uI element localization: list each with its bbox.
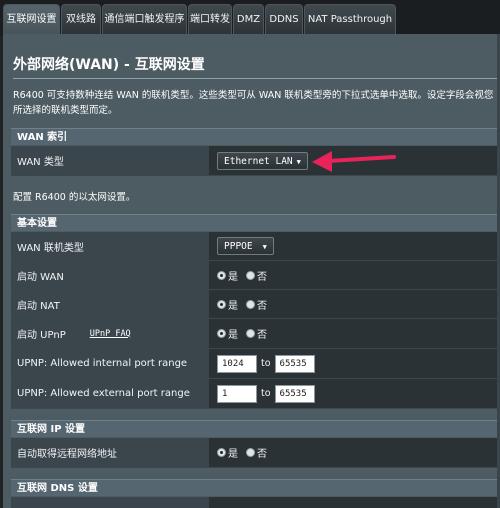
enable-upnp-yes-radio[interactable]: 是 (217, 326, 238, 341)
conn-type-row: WAN 联机类型 PPPOE ▼ (11, 232, 500, 261)
page-title: 外部网络(WAN) - 互联网设置 (13, 57, 205, 73)
conn-type-select[interactable]: PPPOE ▼ (217, 237, 274, 255)
auto-ip-label: 自动取得远程网络地址 (11, 438, 209, 467)
upnp-external-range-cell: 1 to 65535 (209, 379, 500, 408)
enable-upnp-label: 启动 UPnP (17, 330, 66, 341)
title-divider (13, 78, 500, 79)
upnp-faq-link[interactable]: UPnP FAQ (90, 329, 131, 339)
radio-unselected-icon (246, 329, 255, 338)
tab-internet-settings[interactable]: 互联网设置 (3, 4, 60, 34)
tab-dmz[interactable]: DMZ (233, 4, 264, 34)
enable-nat-yes-radio[interactable]: 是 (217, 297, 238, 312)
range-to-label: to (261, 388, 271, 399)
upnp-external-range-label: UPNP: Allowed external port range (11, 379, 209, 408)
radio-selected-icon (217, 448, 226, 457)
wan-type-row: WAN 类型 Ethernet LAN ▼ (11, 146, 500, 176)
radio-unselected-icon (246, 448, 255, 457)
auto-ip-row: 自动取得远程网络地址 是 否 (11, 438, 500, 468)
conn-type-cell: PPPOE ▼ (209, 232, 500, 260)
section-header-internet-ip: 互联网 IP 设置 (11, 420, 500, 437)
enable-upnp-cell: 是 否 (209, 319, 500, 348)
radio-no-label: 否 (257, 271, 267, 283)
upnp-external-range-row: UPNP: Allowed external port range 1 to 6… (11, 379, 500, 409)
enable-upnp-no-radio[interactable]: 否 (246, 326, 267, 341)
conn-type-label: WAN 联机类型 (11, 232, 209, 260)
wan-type-value: Ethernet LAN (224, 155, 293, 167)
section-header-wan-index: WAN 索引 (11, 128, 500, 145)
tab-bar: 互联网设置 双线路 通信端口触发程序 端口转发 DMZ DDNS NAT Pas… (0, 0, 500, 36)
upnp-internal-range-cell: 1024 to 65535 (209, 349, 500, 378)
upnp-internal-range-row: UPNP: Allowed internal port range 1024 t… (11, 349, 500, 379)
enable-nat-label: 启动 NAT (11, 290, 209, 318)
auto-ip-cell: 是 否 (209, 438, 500, 467)
dns-row (11, 497, 500, 508)
radio-selected-icon (217, 270, 226, 280)
enable-nat-row: 启动 NAT 是 否 (11, 290, 500, 319)
external-port-to-input[interactable]: 65535 (274, 384, 315, 403)
arrow-shaft (326, 155, 396, 163)
radio-no-label: 否 (257, 330, 267, 341)
auto-ip-yes-radio[interactable]: 是 (217, 445, 238, 460)
dropdown-caret-icon: ▼ (262, 243, 267, 251)
enable-wan-cell: 是 否 (209, 261, 500, 289)
enable-nat-no-radio[interactable]: 否 (246, 297, 267, 312)
enable-nat-cell: 是 否 (209, 290, 500, 318)
radio-selected-icon (217, 299, 226, 309)
radio-no-label: 否 (257, 300, 267, 312)
radio-unselected-icon (246, 299, 255, 309)
auto-ip-no-radio[interactable]: 否 (246, 445, 267, 460)
radio-yes-label: 是 (228, 330, 238, 341)
dns-label (11, 497, 209, 508)
wan-type-label: WAN 类型 (11, 146, 209, 175)
conn-type-value: PPPOE (224, 241, 253, 252)
internal-port-to-input[interactable]: 65535 (274, 354, 315, 373)
tab-dual-wan[interactable]: 双线路 (61, 4, 101, 34)
radio-selected-icon (217, 329, 226, 338)
ethernet-note: 配置 R6400 的以太网设置。 (13, 192, 136, 203)
external-port-from-input[interactable]: 1 (217, 384, 257, 403)
tab-port-trigger[interactable]: 通信端口触发程序 (102, 4, 187, 34)
section-header-internet-dns: 互联网 DNS 设置 (11, 479, 500, 496)
internal-port-from-input[interactable]: 1024 (217, 354, 257, 373)
wan-type-select[interactable]: Ethernet LAN ▼ (217, 151, 308, 170)
upnp-internal-range-label: UPNP: Allowed internal port range (11, 349, 209, 378)
radio-yes-label: 是 (228, 300, 238, 312)
radio-yes-label: 是 (228, 449, 238, 460)
enable-upnp-row: 启动 UPnP UPnP FAQ 是 否 (11, 319, 500, 349)
page-description: R6400 可支持数种连结 WAN 的联机类型。这些类型可从 WAN 联机类型旁… (13, 90, 494, 116)
enable-wan-no-radio[interactable]: 否 (246, 268, 267, 283)
dropdown-caret-icon: ▼ (296, 157, 301, 166)
dns-cell (209, 497, 500, 508)
radio-unselected-icon (246, 270, 255, 280)
enable-upnp-label-cell: 启动 UPnP UPnP FAQ (11, 319, 209, 348)
tab-port-forwarding[interactable]: 端口转发 (188, 4, 232, 34)
radio-no-label: 否 (257, 449, 267, 460)
settings-panel: 外部网络(WAN) - 互联网设置 R6400 可支持数种连结 WAN 的联机类… (3, 34, 500, 508)
enable-wan-label: 启动 WAN (11, 261, 209, 289)
radio-yes-label: 是 (228, 271, 238, 283)
tab-ddns[interactable]: DDNS (265, 4, 303, 34)
arrow-head (312, 151, 332, 172)
annotation-arrow-icon (312, 151, 396, 172)
tab-nat-passthrough[interactable]: NAT Passthrough (304, 4, 396, 34)
range-to-label: to (261, 358, 271, 369)
section-header-basic: 基本设置 (11, 214, 500, 231)
enable-wan-row: 启动 WAN 是 否 (11, 261, 500, 290)
enable-wan-yes-radio[interactable]: 是 (217, 268, 238, 283)
